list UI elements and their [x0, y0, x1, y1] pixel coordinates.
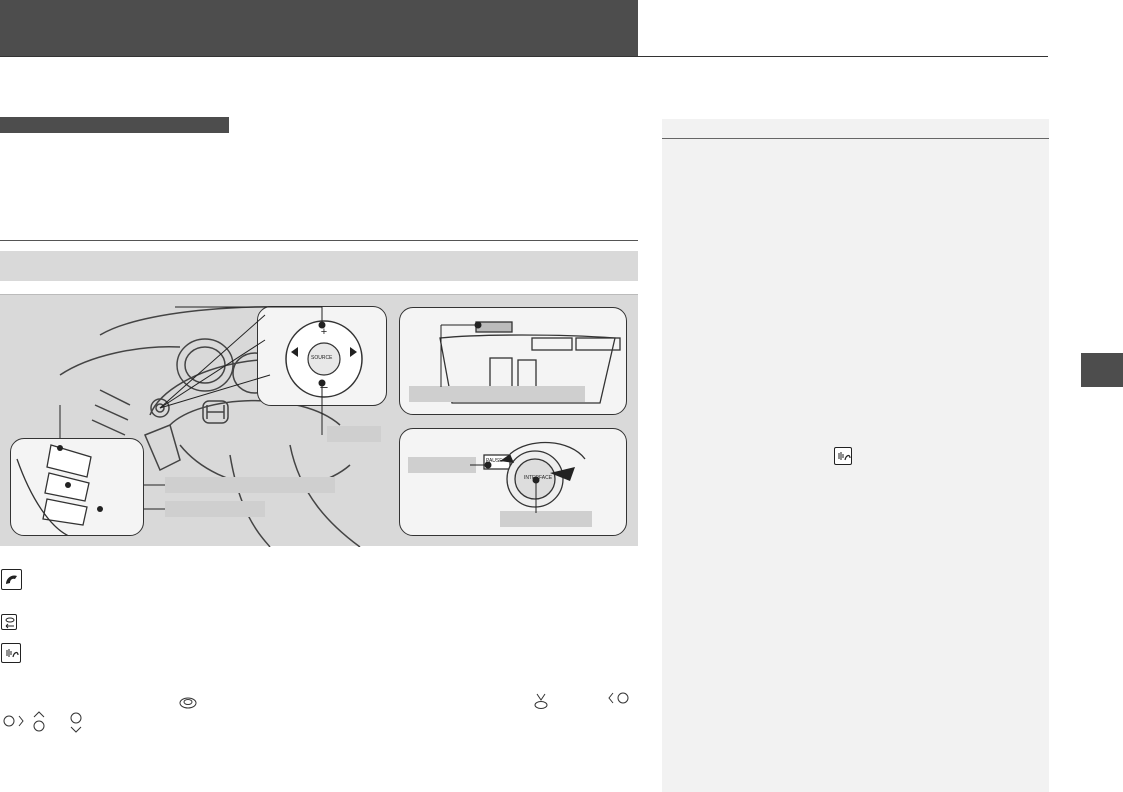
hang-up-back-icon — [1, 614, 17, 630]
chapter-tab — [1081, 353, 1123, 387]
sidebar-notes — [662, 119, 1049, 792]
section-tag — [0, 117, 229, 133]
header-bar — [0, 0, 638, 57]
down-arrow-dial-icon — [70, 712, 82, 733]
sidebar-header — [662, 119, 1049, 139]
section-rule — [0, 240, 638, 241]
sidebar-talk-icon — [834, 447, 852, 465]
steering-controls-figure: + – SOURCE PAUSE — [0, 294, 638, 547]
right-arrow-dial-icon — [3, 715, 24, 727]
talk-icon — [1, 643, 21, 663]
left-arrow-dial-icon — [608, 692, 629, 704]
phone-pickup-icon — [1, 569, 22, 590]
header-rule — [0, 56, 1048, 57]
up-arrow-dial-icon — [33, 711, 45, 732]
dial-callout — [470, 461, 540, 513]
subsection-bar — [0, 251, 638, 281]
enter-dial-icon — [534, 693, 548, 709]
interface-dial-icon — [179, 697, 197, 709]
